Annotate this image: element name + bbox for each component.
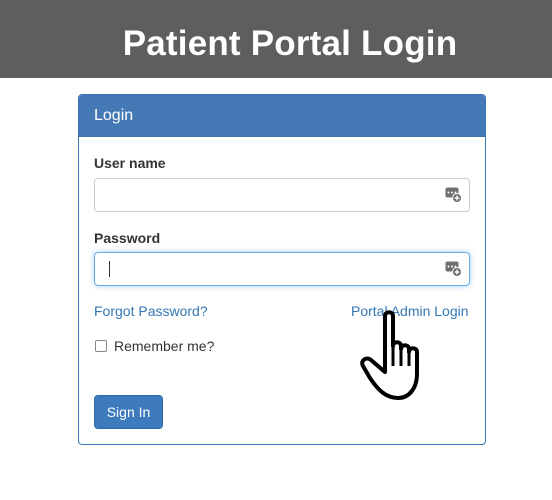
- forgot-password-link[interactable]: Forgot Password?: [94, 303, 208, 319]
- login-panel-heading: Login: [79, 95, 485, 137]
- page-title: Patient Portal Login: [122, 24, 458, 63]
- text-caret: [109, 261, 110, 277]
- remember-me-checkbox[interactable]: [95, 340, 107, 352]
- password-manager-key-icon[interactable]: [445, 260, 462, 277]
- password-label: Password: [94, 230, 161, 246]
- username-input[interactable]: [94, 178, 470, 212]
- password-manager-key-icon[interactable]: [445, 186, 462, 203]
- header-banner: Patient Portal Login: [0, 0, 552, 78]
- password-input[interactable]: [94, 252, 470, 286]
- username-label: User name: [94, 155, 166, 171]
- remember-me-label[interactable]: Remember me?: [114, 338, 214, 354]
- hand-pointer-cursor-icon: [360, 310, 419, 400]
- login-panel-title: Login: [94, 107, 134, 124]
- sign-in-button[interactable]: Sign In: [94, 395, 163, 429]
